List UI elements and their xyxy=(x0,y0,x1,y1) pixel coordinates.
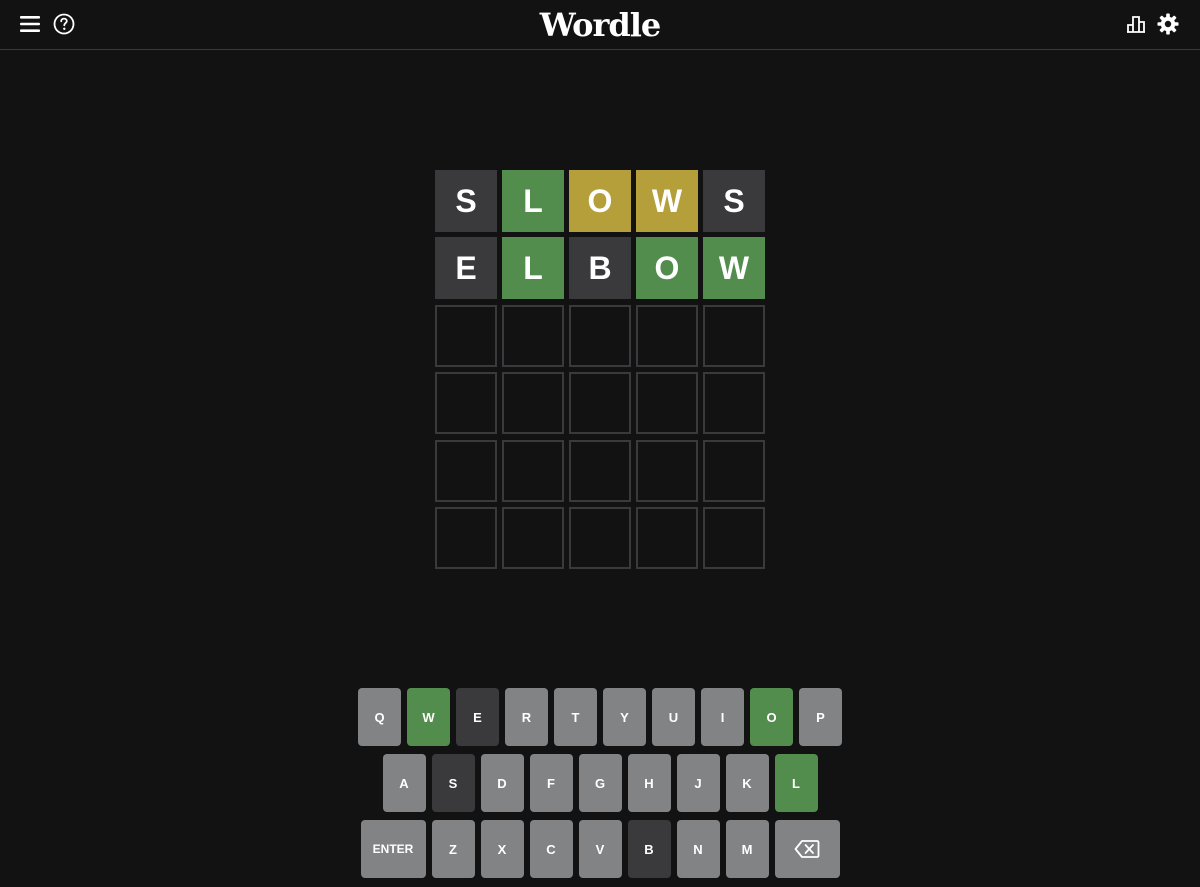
key-s[interactable]: S xyxy=(431,754,475,812)
game-board: SLOWSELBOW xyxy=(435,170,765,569)
board-tile: L xyxy=(502,170,564,232)
key-m[interactable]: M xyxy=(725,820,769,878)
key-f[interactable]: F xyxy=(529,754,573,812)
board-tile: S xyxy=(435,170,497,232)
board-tile xyxy=(435,506,497,569)
settings-button[interactable] xyxy=(1156,11,1180,37)
board-tile xyxy=(703,439,765,502)
board-tile xyxy=(569,304,631,367)
board-tile xyxy=(636,506,698,569)
board-tile xyxy=(703,506,765,569)
board-tile: W xyxy=(703,237,765,300)
board-tile xyxy=(435,304,497,367)
board-tile xyxy=(502,304,564,367)
statistics-button[interactable] xyxy=(1124,11,1148,37)
backspace-icon xyxy=(794,840,820,858)
key-p[interactable]: P xyxy=(799,688,842,746)
key-u[interactable]: U xyxy=(652,688,695,746)
key-t[interactable]: T xyxy=(554,688,597,746)
key-z[interactable]: Z xyxy=(431,820,475,878)
board-tile: L xyxy=(502,237,564,300)
board-tile xyxy=(435,439,497,502)
key-a[interactable]: A xyxy=(382,754,426,812)
board-tile xyxy=(569,506,631,569)
key-v[interactable]: V xyxy=(578,820,622,878)
app-title: Wordle xyxy=(539,6,661,44)
board-tile xyxy=(569,372,631,435)
board-tile: E xyxy=(435,237,497,300)
key-j[interactable]: J xyxy=(676,754,720,812)
on-screen-keyboard: Q W E R T Y U I O P A S D F G H J K L ENTER Z X C V B N M xyxy=(0,688,1200,886)
key-w[interactable]: W xyxy=(407,688,450,746)
key-x[interactable]: X xyxy=(480,820,524,878)
board-tile: O xyxy=(569,170,631,232)
key-q[interactable]: Q xyxy=(358,688,401,746)
board-tile xyxy=(569,439,631,502)
board-tile xyxy=(502,372,564,435)
key-c[interactable]: C xyxy=(529,820,573,878)
key-i[interactable]: I xyxy=(701,688,744,746)
key-n[interactable]: N xyxy=(676,820,720,878)
key-enter[interactable]: ENTER xyxy=(360,820,426,878)
board-tile xyxy=(636,439,698,502)
board-tile: B xyxy=(569,237,631,300)
key-e[interactable]: E xyxy=(456,688,499,746)
board-tile xyxy=(435,372,497,435)
board-tile xyxy=(502,506,564,569)
bar-chart-icon xyxy=(1127,16,1145,33)
board-tile xyxy=(636,372,698,435)
board-tile xyxy=(703,304,765,367)
key-h[interactable]: H xyxy=(627,754,671,812)
board-tile: S xyxy=(703,170,765,232)
keyboard-row: QWERTYUIOP xyxy=(0,688,1200,746)
key-r[interactable]: R xyxy=(505,688,548,746)
key-k[interactable]: K xyxy=(725,754,769,812)
key-g[interactable]: G xyxy=(578,754,622,812)
key-l[interactable]: L xyxy=(774,754,818,812)
app-header: Wordle xyxy=(0,0,1200,50)
key-backspace[interactable] xyxy=(774,820,840,878)
board-tile xyxy=(502,439,564,502)
gear-icon xyxy=(1157,13,1179,35)
keyboard-row: ENTER Z X C V B N M xyxy=(0,820,1200,878)
board-tile: O xyxy=(636,237,698,300)
board-tile xyxy=(703,372,765,435)
key-y[interactable]: Y xyxy=(603,688,646,746)
board-tile xyxy=(636,304,698,367)
board-tile: W xyxy=(636,170,698,232)
key-b[interactable]: B xyxy=(627,820,671,878)
key-o[interactable]: O xyxy=(750,688,793,746)
keyboard-row: ASDFGHJKL xyxy=(0,754,1200,812)
key-d[interactable]: D xyxy=(480,754,524,812)
